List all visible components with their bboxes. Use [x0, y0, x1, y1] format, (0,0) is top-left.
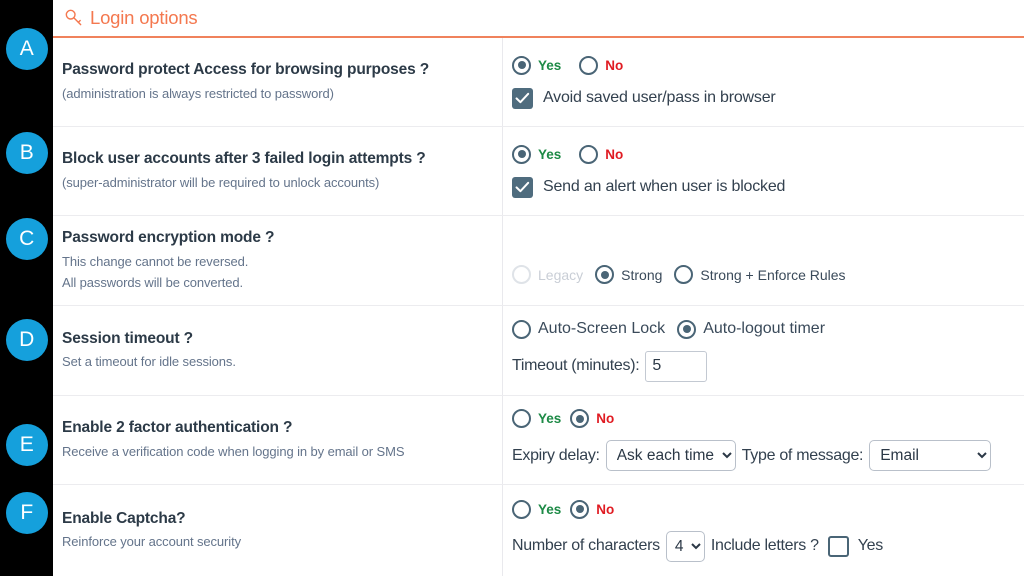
timeout-label: Timeout (minutes): — [512, 357, 640, 374]
radio-label-yes: Yes — [538, 411, 562, 426]
row-title: Block user accounts after 3 failed login… — [62, 150, 426, 168]
two-factor-settings-row: Expiry delay: Ask each time Type of mess… — [512, 440, 1018, 471]
check-icon — [515, 181, 530, 192]
radio-password-protect-yes[interactable] — [512, 55, 531, 75]
settings-rows: Password protect Access for browsing pur… — [53, 38, 1024, 576]
step-badge-b: B — [6, 132, 48, 174]
radio-label-no: No — [605, 57, 624, 73]
row-subtitle: (super-administrator will be required to… — [62, 174, 380, 190]
row-password-protect: Password protect Access for browsing pur… — [53, 38, 1024, 127]
row-password-encryption-description: Password encryption mode ? This change c… — [53, 216, 503, 305]
row-subtitle: Reinforce your account security — [62, 534, 241, 550]
expiry-delay-label: Expiry delay: — [512, 446, 600, 464]
settings-panel: Login options Password protect Access fo… — [53, 0, 1024, 576]
avoid-saved-credentials-row: Avoid saved user/pass in browser — [512, 87, 1018, 109]
step-badge-d: D — [6, 319, 48, 361]
radio-encryption-strong-enforce-rules[interactable] — [674, 265, 694, 284]
number-of-characters-select[interactable]: 4 — [665, 530, 705, 562]
timeout-minutes-input[interactable] — [645, 350, 708, 382]
row-two-factor-auth: Enable 2 factor authentication ? Receive… — [53, 396, 1024, 485]
check-icon — [515, 92, 530, 103]
radio-block-accounts-no[interactable] — [579, 144, 599, 164]
radio-auto-screen-lock[interactable] — [512, 319, 531, 339]
row-subtitle: (administration is always restricted to … — [62, 85, 334, 101]
row-subtitle-2: All passwords will be converted. — [62, 274, 244, 290]
radio-label-strong: Strong — [621, 266, 663, 283]
radio-label-legacy: Legacy — [538, 266, 584, 283]
radio-block-accounts-yes[interactable] — [512, 144, 531, 164]
radio-two-factor-yes[interactable] — [512, 409, 531, 428]
include-letters-yes-label: Yes — [857, 537, 884, 554]
row-block-user-accounts-controls: Yes No Send an alert when user is blocke… — [503, 127, 1024, 215]
login-options-screen: A B C D E F Login options Password prote… — [0, 0, 1024, 576]
row-password-encryption-mode: Password encryption mode ? This change c… — [53, 216, 1024, 306]
number-of-characters-label: Number of characters — [512, 537, 660, 554]
page-title: Login options — [90, 7, 198, 28]
row-title: Session timeout ? — [62, 329, 193, 347]
panel-header: Login options — [53, 0, 1024, 38]
timeout-field-row: Timeout (minutes): — [512, 350, 1018, 382]
step-badge-a: A — [6, 28, 48, 70]
row-session-timeout-description: Session timeout ? Set a timeout for idle… — [53, 306, 503, 395]
row-captcha-controls: Yes No Number of characters 4 Include le… — [503, 485, 1024, 576]
step-badge-rail: A B C D E F — [0, 0, 53, 576]
captcha-settings-row: Number of characters 4 Include letters ?… — [512, 530, 1018, 562]
radio-label-yes: Yes — [538, 57, 562, 73]
radio-label-strong-enforce-rules: Strong + Enforce Rules — [700, 266, 846, 283]
row-password-protect-description: Password protect Access for browsing pur… — [53, 38, 503, 126]
row-session-timeout: Session timeout ? Set a timeout for idle… — [53, 306, 1024, 396]
row-password-protect-controls: Yes No Avoid saved user/pass in browser — [503, 38, 1024, 126]
message-type-select[interactable]: Email — [869, 440, 992, 471]
row-block-user-accounts-description: Block user accounts after 3 failed login… — [53, 127, 503, 215]
radio-encryption-legacy — [512, 265, 531, 284]
yes-no-group: Yes No — [512, 144, 1018, 164]
radio-captcha-yes[interactable] — [512, 499, 531, 519]
radio-encryption-strong[interactable] — [595, 265, 615, 284]
row-title: Password protect Access for browsing pur… — [62, 61, 430, 79]
checkbox-label: Avoid saved user/pass in browser — [543, 89, 776, 106]
step-badge-c: C — [6, 218, 48, 260]
radio-label-no: No — [605, 146, 624, 162]
radio-label-auto-screen-lock: Auto-Screen Lock — [538, 320, 666, 337]
key-icon — [65, 9, 82, 26]
expiry-delay-select[interactable]: Ask each time — [605, 440, 736, 471]
checkbox-avoid-saved-credentials[interactable] — [512, 87, 533, 109]
radio-auto-logout-timer[interactable] — [677, 319, 697, 339]
row-subtitle-1: This change cannot be reversed. — [62, 253, 249, 269]
radio-password-protect-no[interactable] — [579, 55, 599, 75]
yes-no-group: Yes No — [512, 55, 1018, 75]
row-title: Enable Captcha? — [62, 509, 186, 527]
radio-label-yes: Yes — [538, 501, 562, 517]
row-two-factor-description: Enable 2 factor authentication ? Receive… — [53, 396, 503, 484]
row-title: Enable 2 factor authentication ? — [62, 419, 293, 437]
radio-label-auto-logout-timer: Auto-logout timer — [703, 320, 826, 337]
row-block-user-accounts: Block user accounts after 3 failed login… — [53, 127, 1024, 216]
row-subtitle: Receive a verification code when logging… — [62, 443, 405, 459]
radio-label-no: No — [596, 411, 615, 426]
include-letters-label: Include letters ? — [710, 537, 819, 554]
encryption-mode-group: Legacy Strong Strong + Enforce Rules — [512, 265, 1018, 284]
row-password-encryption-controls: Legacy Strong Strong + Enforce Rules — [503, 216, 1024, 305]
yes-no-group: Yes No — [512, 409, 1018, 428]
checkbox-send-alert-when-blocked[interactable] — [512, 176, 533, 198]
row-subtitle: Set a timeout for idle sessions. — [62, 354, 236, 370]
checkbox-label: Send an alert when user is blocked — [543, 178, 786, 195]
checkbox-include-letters[interactable] — [827, 535, 849, 557]
radio-two-factor-no[interactable] — [570, 409, 590, 428]
session-mode-group: Auto-Screen Lock Auto-logout timer — [512, 319, 1018, 339]
radio-label-yes: Yes — [538, 146, 562, 162]
radio-label-no: No — [596, 501, 615, 517]
yes-no-group: Yes No — [512, 499, 1018, 519]
step-badge-f: F — [6, 492, 48, 534]
row-captcha-description: Enable Captcha? Reinforce your account s… — [53, 485, 503, 576]
row-enable-captcha: Enable Captcha? Reinforce your account s… — [53, 485, 1024, 576]
radio-captcha-no[interactable] — [570, 499, 590, 519]
row-two-factor-controls: Yes No Expiry delay: Ask each time Type … — [503, 396, 1024, 484]
message-type-label: Type of message: — [741, 446, 864, 464]
row-title: Password encryption mode ? — [62, 229, 275, 247]
send-alert-row: Send an alert when user is blocked — [512, 176, 1018, 198]
row-session-timeout-controls: Auto-Screen Lock Auto-logout timer Timeo… — [503, 306, 1024, 395]
step-badge-e: E — [6, 424, 48, 466]
